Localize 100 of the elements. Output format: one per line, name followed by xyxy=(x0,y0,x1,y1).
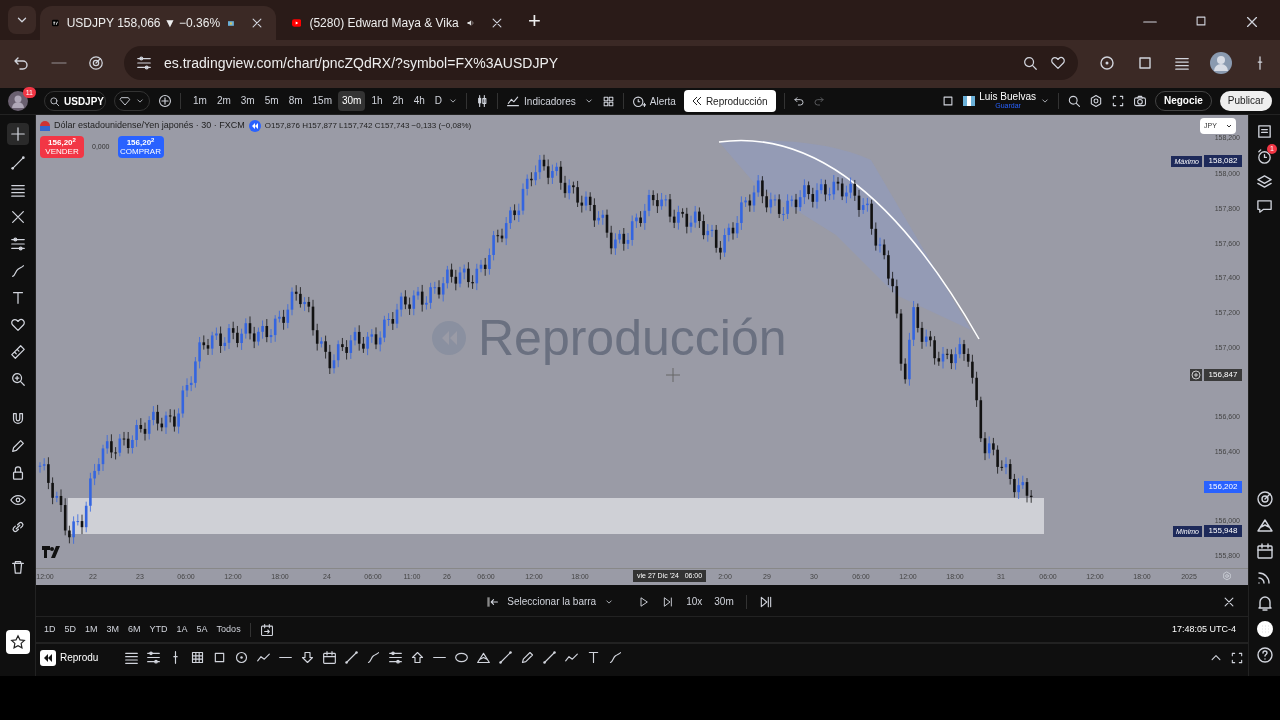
close-window-icon[interactable] xyxy=(1244,14,1260,30)
undo-icon[interactable] xyxy=(792,95,805,107)
horizontal-lines-icon[interactable] xyxy=(9,182,26,198)
chat-icon[interactable] xyxy=(1256,198,1273,215)
brush-icon[interactable] xyxy=(366,650,382,665)
layout-tiles-icon[interactable] xyxy=(601,94,615,108)
browser-tab[interactable]: USDJPY 158,066 ▼ −0.36% xyxy=(40,6,276,40)
fib-levels-icon[interactable] xyxy=(9,236,26,252)
fullscreen-icon[interactable] xyxy=(1110,94,1125,108)
arrow-up-icon[interactable] xyxy=(410,650,426,665)
crosshair-icon[interactable] xyxy=(9,126,26,142)
range-button[interactable]: 5A xyxy=(196,622,208,637)
replay-interval-button[interactable]: 30m xyxy=(714,594,734,609)
indicator-chart-icon[interactable] xyxy=(506,94,521,108)
calendar-icon[interactable] xyxy=(1255,542,1274,560)
select-bar-icon[interactable] xyxy=(485,594,500,609)
fullscreen-icon[interactable] xyxy=(1230,650,1244,665)
pencil-icon[interactable] xyxy=(9,438,26,454)
quick-search-icon[interactable] xyxy=(1066,94,1081,108)
media-icon[interactable] xyxy=(1174,55,1190,71)
profile-avatar[interactable] xyxy=(1210,52,1232,74)
layers-icon[interactable] xyxy=(1256,173,1273,190)
ruler-icon[interactable] xyxy=(9,344,26,360)
address-bar[interactable]: es.tradingview.com/chart/pncZQdRX/?symbol=FX%3AUSDJPY xyxy=(124,46,1078,80)
range-button[interactable]: 1M xyxy=(85,622,98,637)
settings-icon[interactable] xyxy=(1088,94,1103,108)
add-alert-icon[interactable] xyxy=(1190,369,1202,381)
extension-icon[interactable] xyxy=(1098,54,1116,72)
bookmark-star-icon[interactable] xyxy=(1050,55,1066,71)
caret-icon[interactable] xyxy=(583,96,594,106)
circle-icon[interactable] xyxy=(234,650,250,665)
new-tab-button[interactable]: + xyxy=(528,10,541,32)
list-icon[interactable] xyxy=(1256,123,1273,140)
close-tab-icon[interactable] xyxy=(250,16,264,30)
highlighter-icon[interactable] xyxy=(520,650,536,665)
sell-button[interactable]: 156,20$^{2}$ VENDER xyxy=(40,136,84,158)
range-button[interactable]: Todos xyxy=(216,622,241,637)
publish-button[interactable]: Publicar xyxy=(1219,91,1272,111)
range-button[interactable]: YTD xyxy=(149,622,168,637)
interval-button[interactable]: 2h xyxy=(388,91,408,111)
interval-button[interactable]: 5m xyxy=(260,91,283,111)
camera-icon[interactable] xyxy=(1132,94,1147,108)
range-button[interactable]: 3M xyxy=(106,622,120,637)
bell-icon[interactable] xyxy=(1255,594,1274,612)
caret-icon[interactable] xyxy=(448,96,459,106)
alarm-clock-icon[interactable] xyxy=(1256,148,1273,165)
layout-square-icon[interactable] xyxy=(941,94,956,108)
speed-button[interactable]: 10x xyxy=(686,594,703,609)
interval-button[interactable]: 15m xyxy=(308,91,336,111)
replay-button[interactable]: Reproducción xyxy=(683,90,776,112)
interval-button[interactable]: 30m xyxy=(338,91,366,111)
ray-icon[interactable] xyxy=(542,650,558,665)
zoom-icon[interactable] xyxy=(1022,55,1038,71)
buy-button[interactable]: 156,20$^{2}$ COMPRAR xyxy=(117,136,164,158)
browser-tab[interactable]: (5280) Edward Maya & Vika xyxy=(280,6,516,40)
eye-icon[interactable] xyxy=(9,492,26,508)
caret-icon[interactable] xyxy=(1039,96,1050,106)
interval-button[interactable]: 1h xyxy=(367,91,387,111)
help-icon[interactable] xyxy=(1255,646,1274,664)
alarm-plus-icon[interactable] xyxy=(631,94,646,108)
interval-button[interactable]: 1m xyxy=(189,91,211,111)
diamond-icon[interactable] xyxy=(119,95,131,107)
select-bar-button[interactable]: Seleccionar la barra xyxy=(485,594,597,609)
caret-icon[interactable] xyxy=(135,96,145,106)
step-forward-icon[interactable] xyxy=(662,595,675,608)
target-icon[interactable] xyxy=(1255,490,1274,508)
clock-text[interactable]: 17:48:05 UTC-4 xyxy=(1171,622,1236,637)
interval-button[interactable]: 8m xyxy=(284,91,307,111)
range-button[interactable]: 1D xyxy=(44,622,56,637)
brush-icon[interactable] xyxy=(9,263,26,279)
arrow-down-icon[interactable] xyxy=(300,650,316,665)
restore-icon[interactable] xyxy=(1194,14,1208,28)
replay-mode-button[interactable]: Reprodu xyxy=(40,649,99,666)
play-icon[interactable] xyxy=(638,595,651,608)
indicators-button[interactable]: Indicadores xyxy=(506,93,576,109)
trash-icon[interactable] xyxy=(9,559,26,575)
zoom-in-icon[interactable] xyxy=(9,371,26,387)
user-avatar[interactable] xyxy=(8,91,28,111)
link-icon[interactable] xyxy=(9,519,26,535)
curve-icon[interactable] xyxy=(608,650,624,665)
search-icon[interactable] xyxy=(49,95,60,107)
range-button[interactable]: 6M xyxy=(128,622,141,637)
add-symbol-icon[interactable] xyxy=(158,94,172,108)
range-button[interactable]: 1A xyxy=(176,622,188,637)
jump-to-realtime-icon[interactable] xyxy=(758,594,773,609)
heart-icon[interactable] xyxy=(9,317,26,333)
trend-line-icon[interactable] xyxy=(344,650,360,665)
channel-icon[interactable] xyxy=(388,650,404,665)
line-segment-icon[interactable] xyxy=(498,650,514,665)
interval-button[interactable]: 4h xyxy=(409,91,429,111)
go-to-date-icon[interactable] xyxy=(259,622,274,637)
interval-button[interactable]: D xyxy=(430,91,447,111)
candle-chart-icon[interactable] xyxy=(475,94,490,108)
site-settings-icon[interactable] xyxy=(136,55,152,71)
parallel-lines-icon[interactable] xyxy=(146,650,162,665)
interval-button[interactable]: 2m xyxy=(212,91,235,111)
symbol-title[interactable]: Dólar estadounidense/Yen japonés · 30 · FXCM xyxy=(54,119,245,133)
ellipse-icon[interactable] xyxy=(454,650,470,665)
lines-icon[interactable] xyxy=(124,650,140,665)
trend-line-icon[interactable] xyxy=(9,155,26,171)
